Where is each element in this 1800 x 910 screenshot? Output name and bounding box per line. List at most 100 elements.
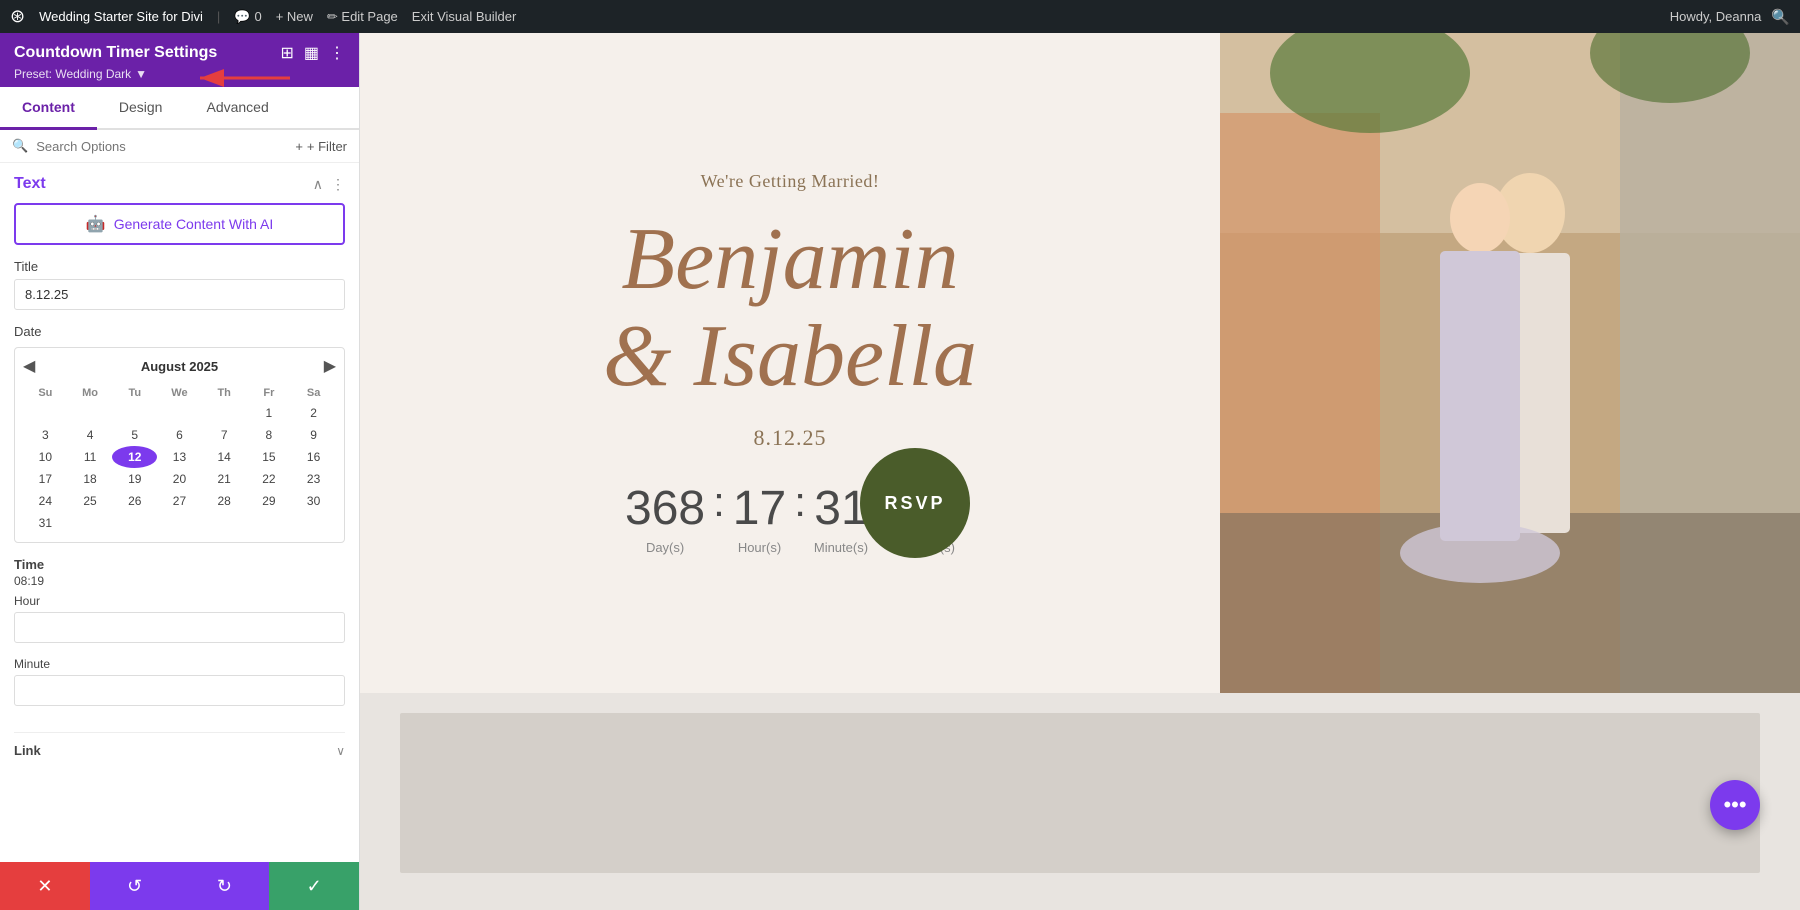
search-input[interactable] [36,139,287,154]
calendar-day[interactable]: 25 [68,490,113,512]
calendar-day[interactable]: 29 [247,490,292,512]
user-greeting: Howdy, Deanna [1670,9,1762,24]
calendar-day[interactable]: 30 [291,490,336,512]
day-header-su: Su [23,384,68,402]
countdown-days-label: Day(s) [646,540,684,555]
time-section: Time 08:19 Hour Minute [14,557,345,720]
calendar-day[interactable]: 17 [23,468,68,490]
calendar-day[interactable]: 5 [112,424,157,446]
calendar-day [157,402,202,424]
calendar-day[interactable]: 20 [157,468,202,490]
calendar-day[interactable]: 7 [202,424,247,446]
calendar-day[interactable]: 11 [68,446,113,468]
new-button[interactable]: + New [276,9,313,24]
panel-title-row: Countdown Timer Settings ⊞ ▦ ⋮ [14,43,345,63]
filter-button[interactable]: + + Filter [295,139,347,154]
minute-input[interactable] [14,675,345,706]
calendar-day [112,402,157,424]
wedding-date: 8.12.25 [754,425,827,451]
calendar-day[interactable]: 23 [291,468,336,490]
content-area: We're Getting Married! Benjamin & Isabel… [360,33,1800,910]
view-toggle-icon[interactable]: ⊞ [280,43,293,63]
redo-button[interactable]: ↻ [180,862,270,910]
search-icon-small: 🔍 [12,138,28,154]
search-icon[interactable]: 🔍 [1771,8,1790,26]
calendar-day[interactable]: 28 [202,490,247,512]
tab-content[interactable]: Content [0,87,97,130]
wordpress-logo[interactable]: ⊛ [10,6,25,27]
search-bar: 🔍 + + Filter [0,130,359,163]
calendar-day [112,512,157,534]
admin-bar: ⊛ Wedding Starter Site for Divi | 💬 0 + … [0,0,1800,33]
time-value: 08:19 [14,574,345,588]
site-name[interactable]: Wedding Starter Site for Divi [39,9,203,24]
panel-header: Countdown Timer Settings ⊞ ▦ ⋮ Preset: W… [0,33,359,87]
calendar-day [202,402,247,424]
calendar-day[interactable]: 18 [68,468,113,490]
calendar-day[interactable]: 27 [157,490,202,512]
title-field-input[interactable] [14,279,345,310]
undo-button[interactable]: ↺ [90,862,180,910]
ai-generate-button[interactable]: 🤖 Generate Content With AI [14,203,345,245]
cal-month-label: August 2025 [141,359,218,374]
link-chevron-icon[interactable]: ∨ [336,744,345,758]
couple-illustration [1220,33,1800,693]
wedding-names: Benjamin & Isabella [603,212,977,406]
hour-input[interactable] [14,612,345,643]
cancel-button[interactable]: ✕ [0,862,90,910]
calendar-day[interactable]: 31 [23,512,68,534]
ai-icon: 🤖 [86,214,106,234]
countdown-hours-value: 17 [733,481,786,536]
tab-design[interactable]: Design [97,87,185,130]
calendar-day[interactable]: 13 [157,446,202,468]
countdown-sep-1: : [713,481,725,523]
title-field-group: Title [14,259,345,324]
section-menu-icon[interactable]: ⋮ [331,176,345,193]
calendar-day[interactable]: 26 [112,490,157,512]
calendar-day[interactable]: 2 [291,402,336,424]
calendar-day[interactable]: 22 [247,468,292,490]
calendar-day[interactable]: 16 [291,446,336,468]
calendar-day[interactable]: 8 [247,424,292,446]
calendar-header: ◀ August 2025 ▶ [23,356,336,376]
calendar-day[interactable]: 10 [23,446,68,468]
calendar-day[interactable]: 21 [202,468,247,490]
day-header-tu: Tu [112,384,157,402]
fab-button[interactable]: ••• [1710,780,1760,830]
tab-advanced[interactable]: Advanced [184,87,290,130]
preset-label[interactable]: Preset: Wedding Dark [14,67,131,81]
panel-tabs: Content Design Advanced [0,87,359,130]
day-header-we: We [157,384,202,402]
calendar-day[interactable]: 4 [68,424,113,446]
day-header-sa: Sa [291,384,336,402]
calendar-day [247,512,292,534]
link-header[interactable]: Link ∨ [14,743,345,758]
comments-link[interactable]: 💬 0 [234,9,261,25]
calendar-day[interactable]: 6 [157,424,202,446]
calendar-day[interactable]: 3 [23,424,68,446]
day-header-fr: Fr [247,384,292,402]
edit-page-button[interactable]: ✏ Edit Page [327,9,398,25]
red-arrow-indicator [180,63,300,93]
calendar-day[interactable]: 14 [202,446,247,468]
calendar-day [202,512,247,534]
save-button[interactable]: ✓ [269,862,359,910]
collapse-icon[interactable]: ∧ [313,176,323,193]
calendar-day[interactable]: 19 [112,468,157,490]
rsvp-button[interactable]: RSVP [860,448,970,558]
grid-icon[interactable]: ▦ [304,43,319,63]
more-options-icon[interactable]: ⋮ [329,43,345,63]
cancel-icon: ✕ [37,876,52,897]
calendar-day[interactable]: 1 [247,402,292,424]
bottom-toolbar: ✕ ↺ ↻ ✓ [0,862,359,910]
calendar-day[interactable]: 9 [291,424,336,446]
countdown-hours: 17 Hour(s) [733,481,786,555]
calendar-day[interactable]: 15 [247,446,292,468]
preset-dropdown-icon[interactable]: ▼ [135,67,147,81]
cal-prev-button[interactable]: ◀ [23,356,35,376]
calendar-day[interactable]: 12 [112,446,157,468]
exit-builder-button[interactable]: Exit Visual Builder [412,9,517,24]
calendar-day[interactable]: 24 [23,490,68,512]
name-2: & Isabella [603,308,977,405]
cal-next-button[interactable]: ▶ [324,356,336,376]
